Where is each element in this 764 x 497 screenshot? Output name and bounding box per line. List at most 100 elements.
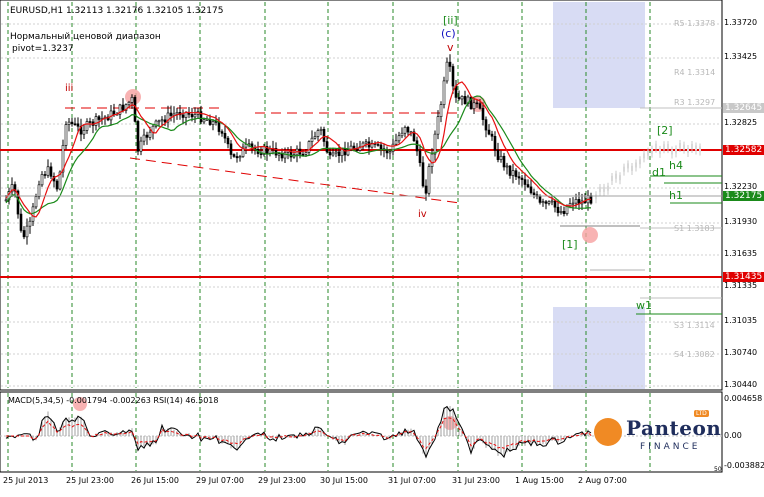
wave-label-iv: iv bbox=[418, 209, 427, 220]
candle-body bbox=[325, 141, 329, 153]
candle-body bbox=[487, 129, 491, 135]
candle-body bbox=[544, 201, 548, 204]
candle-body bbox=[49, 166, 53, 177]
level-label-h4: h4 bbox=[669, 159, 683, 172]
macd-level-50: 50 bbox=[714, 466, 722, 473]
macd-axis-mid: 0.00 bbox=[724, 431, 742, 440]
range-label-r3: R3 1.3297 bbox=[674, 98, 716, 107]
candle-body bbox=[64, 124, 68, 146]
price-tick-label: 1.31635 bbox=[724, 249, 758, 258]
ghost-body bbox=[639, 159, 641, 165]
wave-label-iii: iii bbox=[65, 83, 74, 94]
candle-body bbox=[157, 120, 161, 123]
candle-body bbox=[277, 153, 281, 156]
candle-body bbox=[319, 128, 323, 131]
candle-body bbox=[337, 151, 341, 157]
candle-body bbox=[499, 155, 503, 160]
price-tick-label: 1.31035 bbox=[724, 316, 758, 325]
candle-body bbox=[559, 211, 563, 213]
price-tick-label: 1.30740 bbox=[724, 348, 758, 357]
candle-body bbox=[316, 130, 320, 137]
candle-body bbox=[31, 206, 35, 222]
ghost-body bbox=[595, 194, 597, 200]
price-tick-label: 1.32825 bbox=[724, 118, 758, 127]
candle-body bbox=[493, 135, 497, 151]
price-tag-support: 1.31435 bbox=[723, 272, 764, 282]
candle-body bbox=[457, 97, 461, 100]
ghost-body bbox=[671, 149, 673, 155]
macd-axis-bottom: -0.003882 bbox=[724, 461, 764, 470]
level-label-h1: h1 bbox=[669, 189, 683, 202]
candle-body bbox=[508, 165, 512, 176]
candle-body bbox=[82, 130, 86, 135]
wave-marker bbox=[125, 89, 141, 105]
candle-body bbox=[484, 119, 488, 131]
candle-body bbox=[502, 155, 506, 168]
macd-line bbox=[5, 405, 592, 459]
candle-body bbox=[442, 80, 446, 105]
candle-body bbox=[139, 140, 143, 152]
candle-body bbox=[394, 140, 398, 145]
price-tag-resistance: 1.32582 bbox=[723, 145, 764, 155]
ghost-body bbox=[663, 144, 665, 150]
candle-body bbox=[133, 97, 137, 122]
support-zone bbox=[553, 307, 645, 389]
column-logo-icon bbox=[594, 418, 622, 446]
time-tick-label: 29 Jul 07:00 bbox=[196, 476, 244, 485]
time-tick-label: 31 Jul 23:00 bbox=[452, 476, 500, 485]
candle-body bbox=[481, 108, 485, 120]
wave-label-c: (c) bbox=[441, 27, 456, 40]
ghost-body bbox=[679, 143, 681, 149]
ghost-body bbox=[623, 166, 625, 172]
candle-body bbox=[430, 153, 434, 167]
price-tag-pivot: 1.32645 bbox=[723, 103, 764, 113]
candle-body bbox=[436, 116, 440, 135]
ghost-body bbox=[631, 165, 633, 171]
candle-body bbox=[328, 151, 332, 156]
candle-body bbox=[451, 66, 455, 87]
candle-body bbox=[301, 153, 305, 156]
candle-body bbox=[571, 202, 575, 205]
candle-body bbox=[136, 121, 140, 152]
candle-body bbox=[538, 196, 542, 203]
candle-body bbox=[376, 144, 380, 146]
resistance-zone bbox=[553, 2, 645, 108]
candle-body bbox=[211, 121, 215, 125]
ghost-body bbox=[683, 144, 685, 150]
candle-body bbox=[505, 165, 509, 168]
candle-body bbox=[280, 153, 284, 159]
candle-body bbox=[130, 97, 134, 103]
candle-body bbox=[322, 128, 326, 142]
candle-body bbox=[460, 96, 464, 100]
price-tick-label: 1.30440 bbox=[724, 380, 758, 389]
indicator-title: Нормальный ценовой диапазон bbox=[10, 32, 161, 42]
candle-body bbox=[400, 132, 404, 137]
ghost-body bbox=[647, 150, 649, 156]
price-tick-label: 1.33425 bbox=[724, 52, 758, 61]
candle-body bbox=[97, 116, 101, 120]
candle-body bbox=[25, 225, 29, 238]
macd-histogram bbox=[32, 406, 592, 458]
candle-body bbox=[142, 134, 146, 142]
candle-body bbox=[532, 192, 536, 195]
time-tick-label: 25 Jul 23:00 bbox=[66, 476, 114, 485]
ghost-body bbox=[651, 148, 653, 154]
wave-label-2: [2] bbox=[657, 124, 673, 137]
candle-body bbox=[43, 174, 47, 176]
candle-body bbox=[529, 186, 533, 194]
candle-body bbox=[226, 137, 230, 145]
candle-body bbox=[145, 134, 149, 138]
price-tick-label: 1.31930 bbox=[724, 217, 758, 226]
panteon-logo: Panteon FINANCE LTD bbox=[590, 410, 721, 462]
range-label-r5: R5 1.3378 bbox=[674, 19, 716, 28]
candle-body bbox=[556, 206, 560, 213]
logo-sub: FINANCE bbox=[640, 442, 701, 452]
candle-body bbox=[418, 150, 422, 163]
time-tick-label: 26 Jul 15:00 bbox=[131, 476, 179, 485]
time-tick-label: 31 Jul 07:00 bbox=[388, 476, 436, 485]
candle-body bbox=[238, 156, 242, 159]
candle-body bbox=[379, 144, 383, 150]
candle-body bbox=[550, 200, 554, 203]
candle-body bbox=[55, 180, 59, 190]
chart-window[interactable]: EURUSD,H1 1.32113 1.32176 1.32105 1.3217… bbox=[0, 0, 764, 493]
